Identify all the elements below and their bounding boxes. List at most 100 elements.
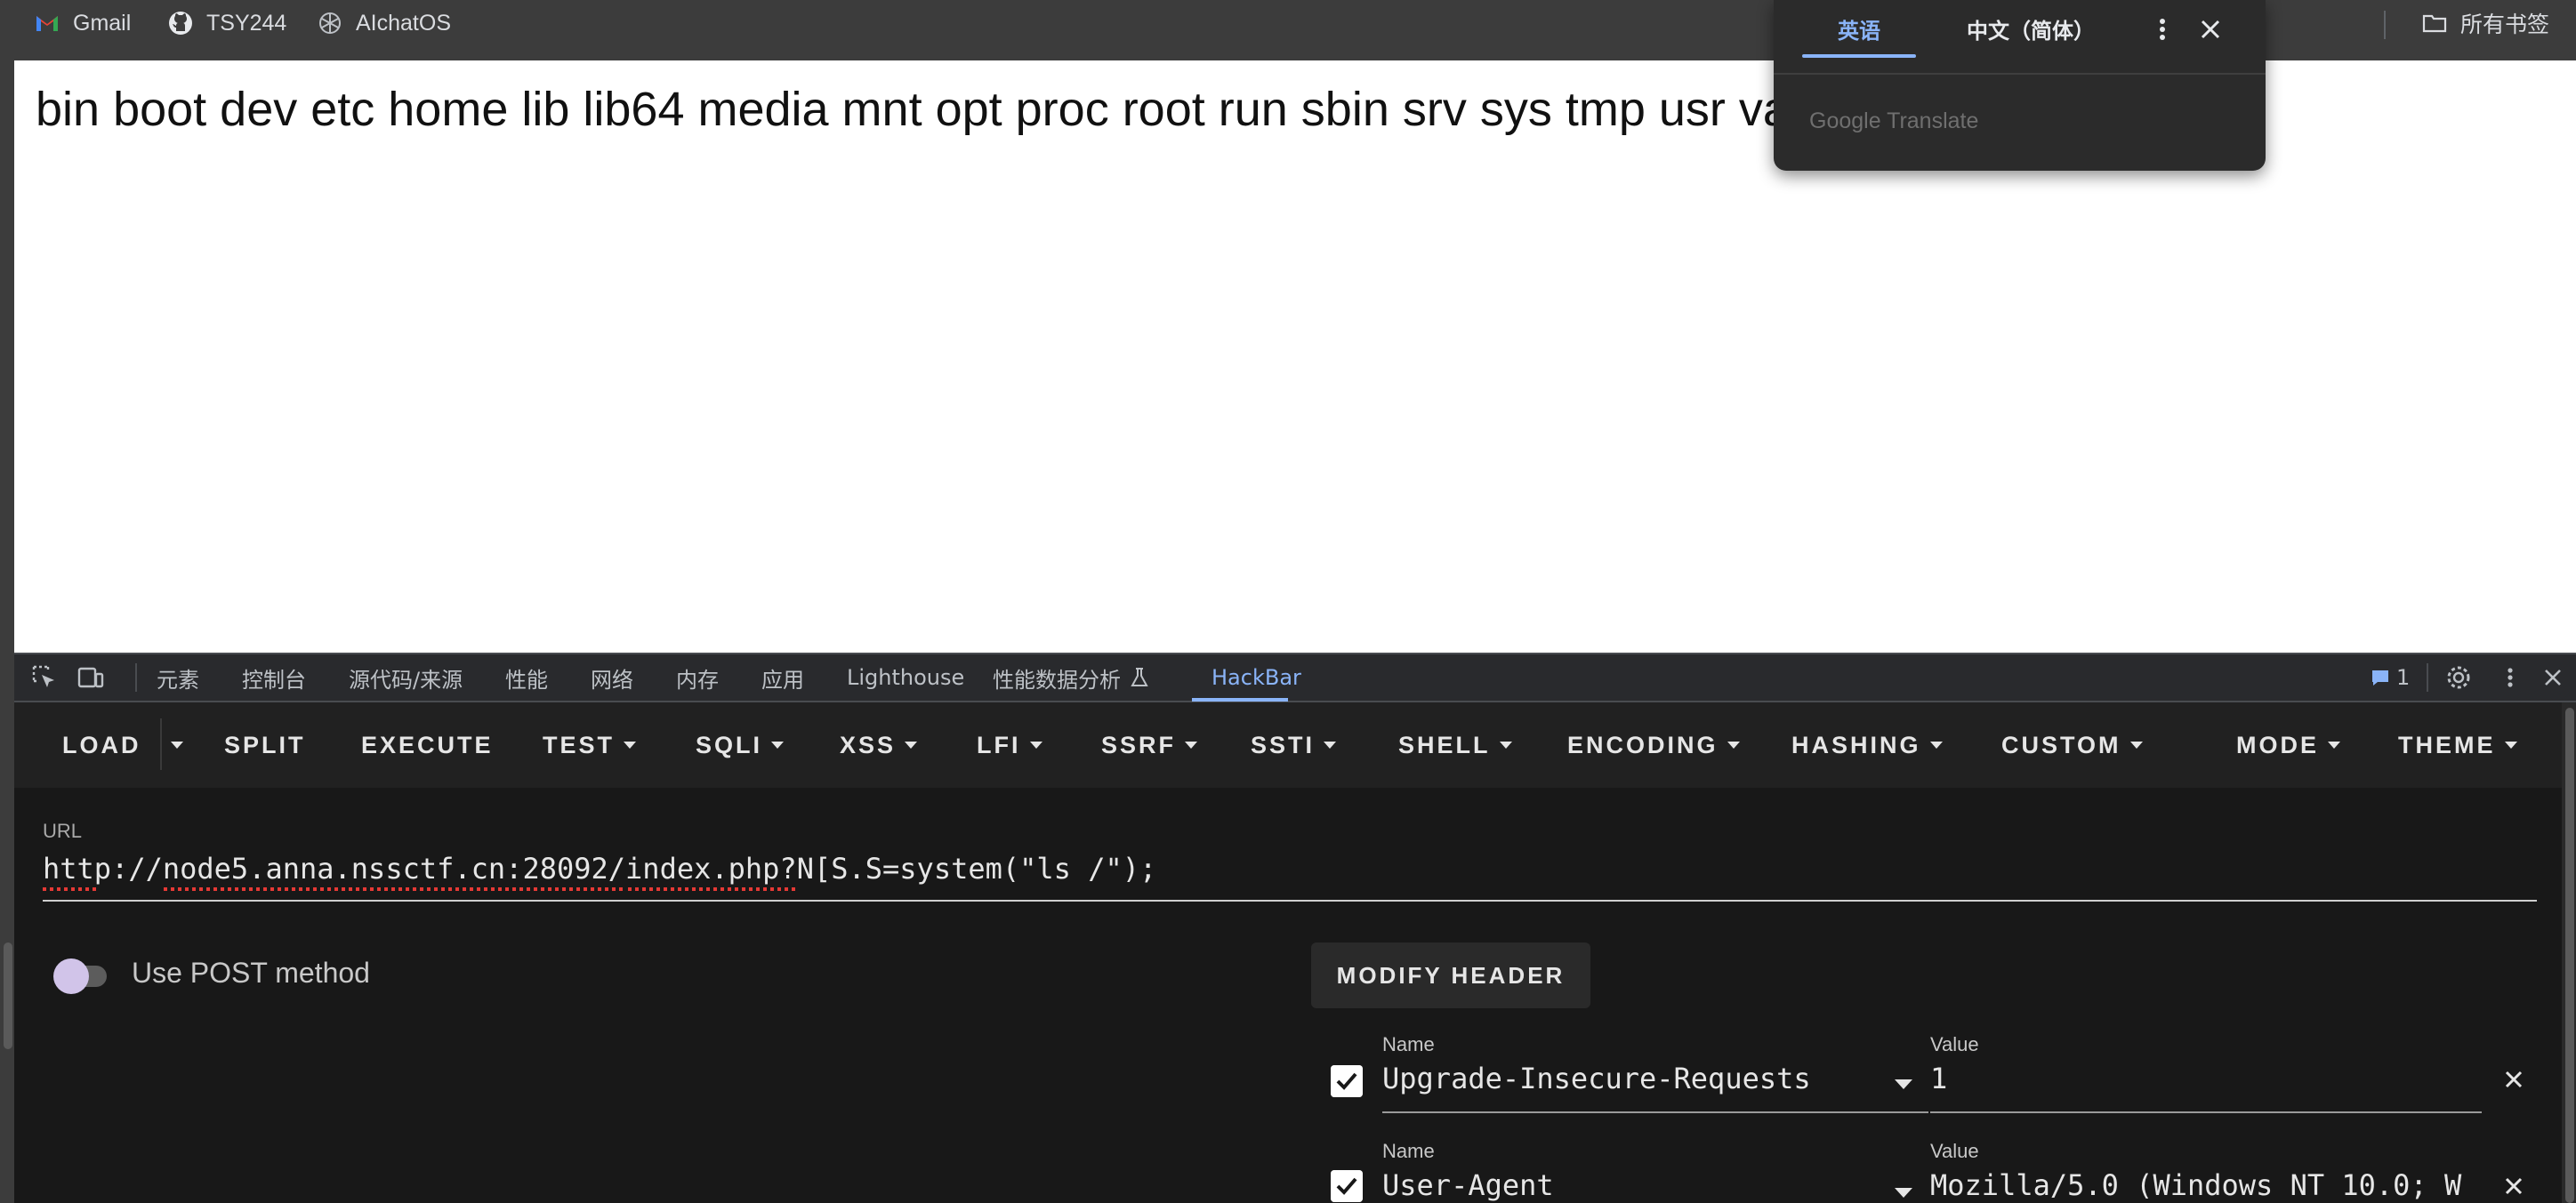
- caret-down-icon: [1324, 742, 1337, 749]
- header-value-input[interactable]: Mozilla/5.0 (Windows NT 10.0; W: [1930, 1168, 2482, 1202]
- hackbar-panel: LOAD SPLIT EXECUTE TEST SQLI XSS LFI SSR…: [14, 702, 2562, 1203]
- ssrf-menu[interactable]: SSRF: [1101, 702, 1198, 788]
- caret-down-icon: [2328, 742, 2340, 749]
- mode-menu[interactable]: MODE: [2236, 702, 2340, 788]
- close-devtools-icon[interactable]: [2539, 663, 2567, 692]
- tab-divider: [2427, 663, 2428, 692]
- encoding-menu[interactable]: ENCODING: [1567, 702, 1740, 788]
- translate-popup: 英语 中文（简体） Google Translate: [1774, 0, 2266, 171]
- tab-application[interactable]: 应用: [761, 654, 804, 701]
- xss-menu[interactable]: XSS: [840, 702, 918, 788]
- devtools-tabbar: 元素 控制台 源代码/来源 性能 网络 内存 应用 Lighthouse 性能数…: [14, 653, 2576, 702]
- caret-down-icon: [171, 742, 183, 749]
- sqli-menu[interactable]: SQLI: [696, 702, 785, 788]
- hashing-menu[interactable]: HASHING: [1791, 702, 1943, 788]
- tab-network[interactable]: 网络: [591, 654, 633, 701]
- caret-down-icon: [1929, 742, 1943, 749]
- load-button[interactable]: LOAD: [62, 702, 141, 788]
- spellcheck-underline: [628, 887, 795, 891]
- header-value-label: Value: [1930, 1033, 1979, 1055]
- bookmarks-divider: [2384, 11, 2386, 39]
- bookmark-tsy244[interactable]: TSY244: [167, 0, 286, 46]
- issue-count: 1: [2396, 665, 2411, 690]
- header-name-underline: [1382, 1111, 1928, 1113]
- more-vert-icon[interactable]: [2147, 14, 2178, 44]
- theme-menu[interactable]: THEME: [2398, 702, 2517, 788]
- split-button[interactable]: SPLIT: [224, 702, 306, 788]
- tab-hackbar[interactable]: HackBar: [1212, 654, 1301, 701]
- tab-sources[interactable]: 源代码/来源: [349, 654, 463, 701]
- shell-menu-label: SHELL: [1398, 731, 1491, 758]
- caret-down-icon: [2129, 742, 2143, 749]
- tab-performance[interactable]: 性能: [505, 654, 548, 701]
- url-input[interactable]: http://node5.anna.nssctf.cn:28092/index.…: [43, 852, 1156, 886]
- caret-down-icon[interactable]: [1895, 1188, 1912, 1198]
- remove-header-icon[interactable]: [2501, 1174, 2526, 1199]
- all-bookmarks-label: 所有书签: [2460, 12, 2550, 37]
- header-name-select[interactable]: User-Agent: [1382, 1168, 1863, 1202]
- bookmark-aichatos[interactable]: AIchatOS: [317, 0, 451, 46]
- more-vert-icon[interactable]: [2496, 663, 2524, 692]
- translate-tab-target[interactable]: 中文（简体）: [1930, 0, 2131, 57]
- bookmark-gmail[interactable]: Gmail: [34, 0, 131, 46]
- device-toolbar-icon[interactable]: [76, 663, 105, 692]
- hashing-menu-label: HASHING: [1791, 731, 1921, 758]
- active-tab-indicator: [1192, 698, 1288, 702]
- bookmark-label: AIchatOS: [356, 10, 451, 36]
- custom-menu[interactable]: CUSTOM: [2001, 702, 2143, 788]
- flask-icon: [1131, 668, 1148, 686]
- header-enabled-checkbox[interactable]: [1331, 1065, 1363, 1097]
- shell-menu[interactable]: SHELL: [1398, 702, 1512, 788]
- caret-down-icon: [624, 742, 637, 749]
- command-output: bin boot dev etc home lib lib64 media mn…: [36, 83, 1806, 136]
- tab-performance-insights[interactable]: 性能数据分析: [993, 654, 1151, 701]
- encoding-menu-label: ENCODING: [1567, 731, 1719, 758]
- issue-icon: [2372, 670, 2388, 686]
- execute-button[interactable]: EXECUTE: [361, 702, 494, 788]
- load-dropdown-button[interactable]: [171, 702, 183, 788]
- tab-elements[interactable]: 元素: [157, 654, 199, 701]
- openai-icon: [319, 12, 341, 34]
- tab-lighthouse[interactable]: Lighthouse: [847, 654, 964, 701]
- left-panel-scrollbar-thumb[interactable]: [4, 942, 12, 1049]
- post-method-toggle-knob[interactable]: [53, 958, 89, 994]
- lfi-menu[interactable]: LFI: [977, 702, 1042, 788]
- modify-header-button[interactable]: MODIFY HEADER: [1311, 942, 1590, 1008]
- mode-menu-label: MODE: [2236, 731, 2319, 758]
- github-icon: [169, 12, 192, 35]
- xss-menu-label: XSS: [840, 731, 897, 758]
- post-method-label: Use POST method: [132, 957, 370, 989]
- inspect-element-icon[interactable]: [30, 663, 59, 692]
- spellcheck-underline: [43, 887, 96, 891]
- caret-down-icon[interactable]: [1895, 1079, 1912, 1089]
- translate-divider: [1774, 73, 2266, 75]
- hackbar-toolbar: LOAD SPLIT EXECUTE TEST SQLI XSS LFI SSR…: [14, 702, 2562, 788]
- gmail-icon: [36, 16, 58, 31]
- remove-header-icon[interactable]: [2501, 1067, 2526, 1092]
- tab-memory[interactable]: 内存: [676, 654, 719, 701]
- toolbar-divider: [160, 718, 162, 770]
- hackbar-scrollbar-thumb[interactable]: [2565, 708, 2574, 1203]
- all-bookmarks-button[interactable]: 所有书签: [2421, 0, 2549, 46]
- settings-gear-icon[interactable]: [2444, 663, 2473, 692]
- caret-down-icon: [1499, 742, 1512, 749]
- header-name-select[interactable]: Upgrade-Insecure-Requests: [1382, 1062, 1863, 1095]
- google-translate-brand: Google Translate: [1809, 108, 1979, 133]
- lfi-menu-label: LFI: [977, 731, 1021, 758]
- test-menu[interactable]: TEST: [543, 702, 637, 788]
- theme-menu-label: THEME: [2398, 731, 2496, 758]
- ssti-menu[interactable]: SSTI: [1251, 702, 1337, 788]
- folder-icon: [2422, 14, 2447, 33]
- close-icon[interactable]: [2195, 14, 2226, 44]
- caret-down-icon: [771, 742, 785, 749]
- url-input-underline: [43, 900, 2537, 902]
- url-label: URL: [43, 820, 83, 842]
- ssti-menu-label: SSTI: [1251, 731, 1316, 758]
- header-value-input[interactable]: 1: [1930, 1062, 2482, 1095]
- header-enabled-checkbox[interactable]: [1331, 1170, 1363, 1202]
- header-name-label: Name: [1382, 1140, 1435, 1162]
- tab-console[interactable]: 控制台: [242, 654, 306, 701]
- issues-badge[interactable]: 1: [2370, 654, 2410, 701]
- translate-tab-source[interactable]: 英语: [1802, 0, 1916, 57]
- header-name-label: Name: [1382, 1033, 1435, 1055]
